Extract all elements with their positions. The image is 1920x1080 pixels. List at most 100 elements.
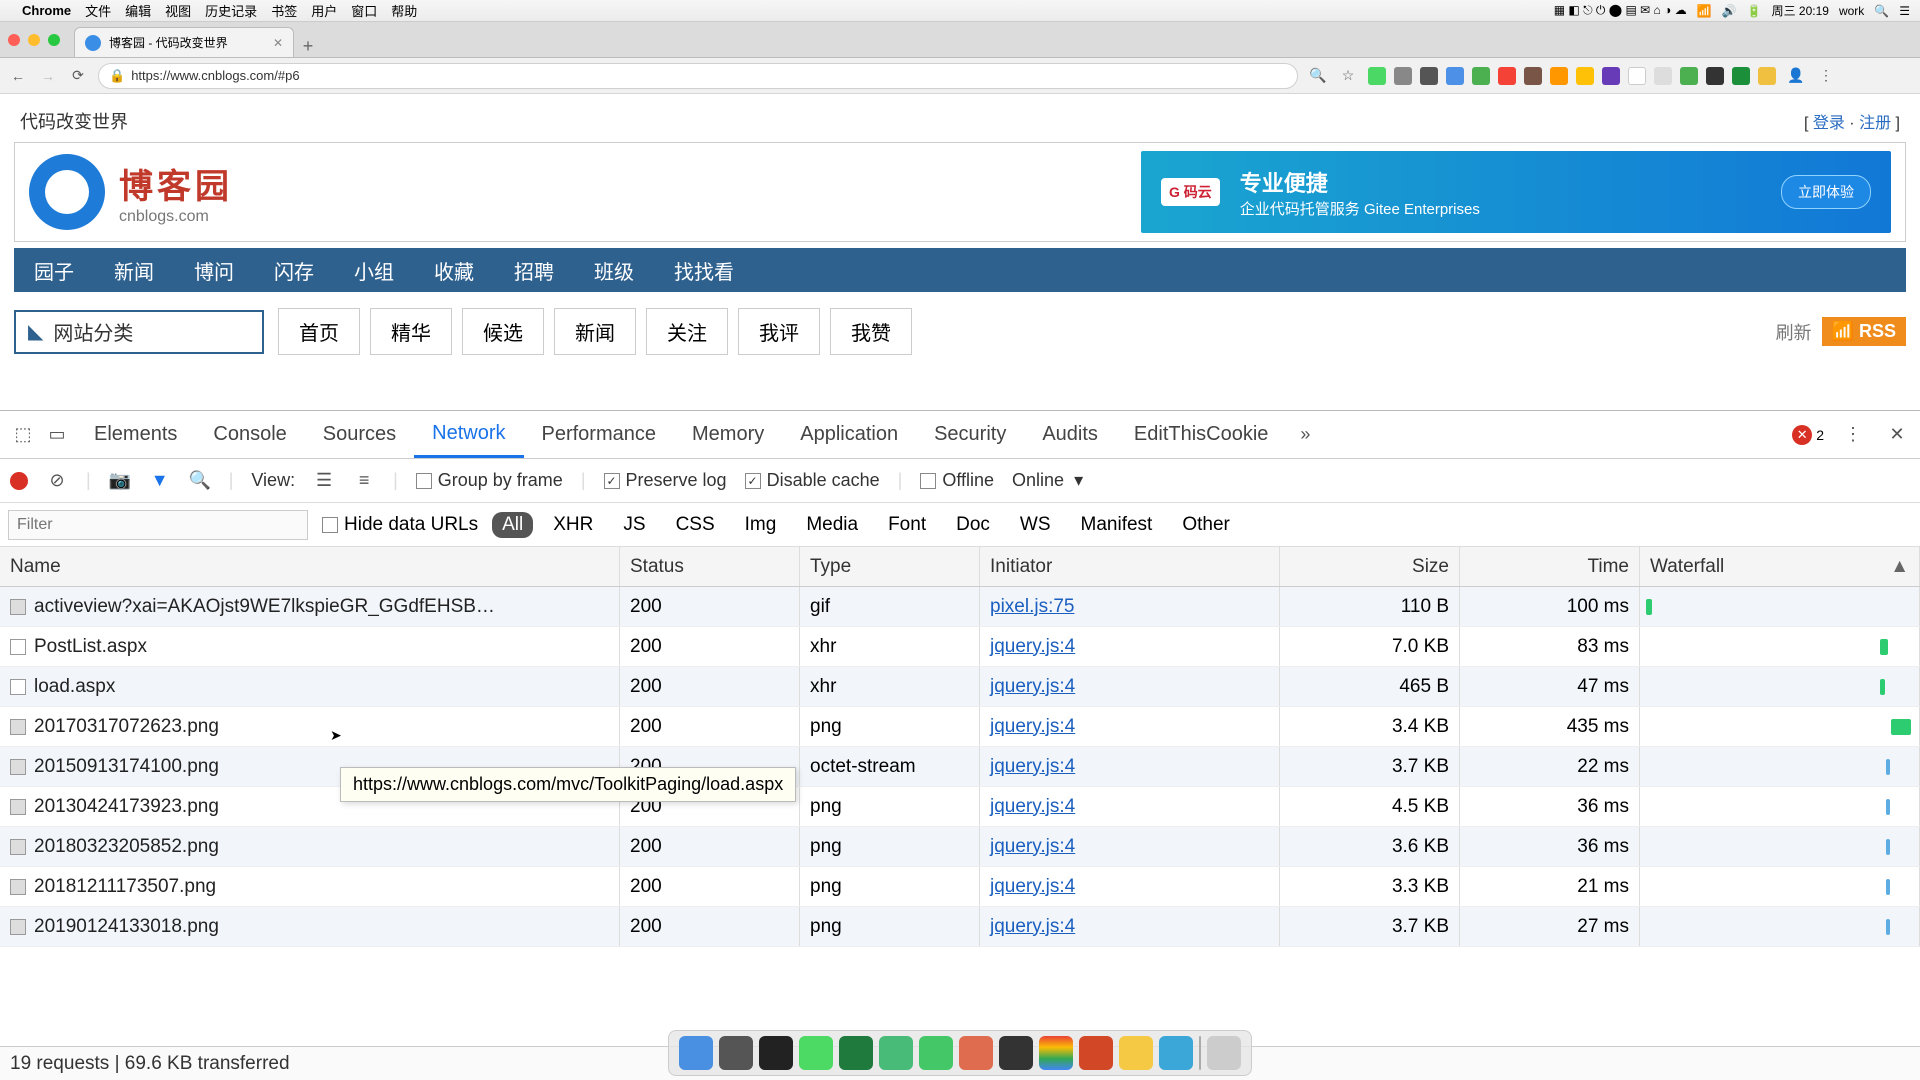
reload-button[interactable]: ⟳ [68,67,88,84]
sub-tab[interactable]: 首页 [278,308,360,355]
ext-icon[interactable] [1758,67,1776,85]
ext-icon[interactable] [1472,67,1490,85]
devtools-tab[interactable]: Audits [1024,411,1116,458]
nav-link[interactable]: 园子 [34,256,74,285]
ext-icon[interactable] [1446,67,1464,85]
close-tab-icon[interactable]: ✕ [273,36,283,50]
hide-data-urls-checkbox[interactable]: Hide data URLs [322,514,478,536]
filter-type[interactable]: WS [1010,512,1061,538]
table-row[interactable]: load.aspx200xhrjquery.js:4465 B47 ms [0,667,1920,707]
mac-menu-item[interactable]: 帮助 [391,4,417,19]
dock-app-icon[interactable] [879,1036,913,1070]
col-size[interactable]: Size [1280,547,1460,586]
minimize-window-icon[interactable] [28,34,40,46]
table-row[interactable]: 20190124133018.png200pngjquery.js:43.7 K… [0,907,1920,947]
mac-menu-item[interactable]: 视图 [165,4,191,19]
nav-link[interactable]: 班级 [594,256,634,285]
devtools-tab[interactable]: Console [195,411,304,458]
register-link[interactable]: 注册 [1859,115,1891,132]
table-row[interactable]: PostList.aspx200xhrjquery.js:47.0 KB83 m… [0,627,1920,667]
table-row[interactable]: 20180323205852.png200pngjquery.js:43.6 K… [0,827,1920,867]
offline-checkbox[interactable]: Offline [920,470,994,491]
ad-cta-button[interactable]: 立即体验 [1781,175,1871,209]
sub-tab[interactable]: 候选 [462,308,544,355]
ext-icon[interactable] [1628,67,1646,85]
battery-icon[interactable]: 🔋 [1747,4,1762,18]
dock-app-icon[interactable] [959,1036,993,1070]
table-row[interactable]: 20170317072623.png200pngjquery.js:43.4 K… [0,707,1920,747]
back-button[interactable]: ← [8,68,28,84]
forward-button[interactable]: → [38,68,58,84]
filter-type[interactable]: Img [735,512,787,538]
mac-menu-item[interactable]: 用户 [311,4,337,19]
initiator-link[interactable]: jquery.js:4 [990,636,1075,658]
device-icon[interactable]: ▭ [42,424,72,445]
initiator-link[interactable]: jquery.js:4 [990,676,1075,698]
devtools-tab[interactable]: Sources [305,411,414,458]
col-type[interactable]: Type [800,547,980,586]
table-row[interactable]: activeview?xai=AKAOjst9WE7lkspieGR_GGdfE… [0,587,1920,627]
group-by-frame-checkbox[interactable]: Group by frame [416,470,563,491]
nav-link[interactable]: 收藏 [434,256,474,285]
filter-input[interactable] [8,510,308,540]
col-initiator[interactable]: Initiator [980,547,1280,586]
table-row[interactable]: 20150913174100.png200octet-streamjquery.… [0,747,1920,787]
trash-icon[interactable] [1207,1036,1241,1070]
filter-type[interactable]: Other [1172,512,1240,538]
initiator-link[interactable]: jquery.js:4 [990,756,1075,778]
mac-menu-item[interactable]: 文件 [85,4,111,19]
sub-tab[interactable]: 我赞 [830,308,912,355]
ext-icon[interactable] [1394,67,1412,85]
clear-button[interactable]: ⊘ [46,470,68,491]
initiator-link[interactable]: jquery.js:4 [990,876,1075,898]
login-link[interactable]: 登录 [1813,115,1845,132]
mac-menu-item[interactable]: 编辑 [125,4,151,19]
ad-banner[interactable]: G 码云 专业便捷 企业代码托管服务 Gitee Enterprises 立即体… [1141,151,1891,233]
devtools-tab[interactable]: Security [916,411,1024,458]
inspect-icon[interactable]: ⬚ [8,424,38,445]
error-indicator[interactable]: ✕ 2 [1792,425,1824,445]
devtools-menu-icon[interactable]: ⋮ [1838,424,1868,445]
volume-icon[interactable]: 🔊 [1722,4,1737,18]
col-waterfall[interactable]: Waterfall▲ [1640,547,1920,586]
ext-icon[interactable] [1706,67,1724,85]
ext-icon[interactable] [1368,67,1386,85]
dock-app-icon[interactable] [759,1036,793,1070]
ext-icon[interactable] [1732,67,1750,85]
sub-tab[interactable]: 关注 [646,308,728,355]
initiator-link[interactable]: jquery.js:4 [990,716,1075,738]
filter-type[interactable]: Manifest [1071,512,1163,538]
table-row[interactable]: 20181211173507.png200pngjquery.js:43.3 K… [0,867,1920,907]
clock[interactable]: 周三 20:19 [1772,2,1829,19]
filter-type[interactable]: JS [613,512,655,538]
site-logo[interactable]: 博客园 cnblogs.com [29,154,233,230]
sub-tab[interactable]: 我评 [738,308,820,355]
menu-icon[interactable]: ☰ [1899,4,1910,18]
zoom-icon[interactable]: 🔍 [1308,67,1328,84]
close-window-icon[interactable] [8,34,20,46]
mac-menu-item[interactable]: 历史记录 [205,4,257,19]
address-bar[interactable]: 🔒 https://www.cnblogs.com/#p6 [98,63,1298,89]
dock-app-icon[interactable] [919,1036,953,1070]
devtools-tab[interactable]: Elements [76,411,195,458]
more-tabs-icon[interactable]: » [1290,424,1320,445]
dock-app-icon[interactable] [1159,1036,1193,1070]
dock-app-icon[interactable] [839,1036,873,1070]
preserve-log-checkbox[interactable]: ✓Preserve log [604,470,727,491]
zoom-window-icon[interactable] [48,34,60,46]
initiator-link[interactable]: jquery.js:4 [990,796,1075,818]
filter-type[interactable]: XHR [543,512,603,538]
menu-icon[interactable]: ⋮ [1816,67,1836,84]
mac-menu-item[interactable]: 书签 [271,4,297,19]
rss-button[interactable]: 📶 RSS [1822,317,1906,346]
devtools-tab[interactable]: EditThisCookie [1116,411,1287,458]
initiator-link[interactable]: jquery.js:4 [990,836,1075,858]
dock-app-icon[interactable] [719,1036,753,1070]
search-icon[interactable]: 🔍 [1874,4,1889,18]
user-menu[interactable]: work [1839,4,1864,18]
ext-icon[interactable] [1602,67,1620,85]
dock-app-icon[interactable] [799,1036,833,1070]
col-status[interactable]: Status [620,547,800,586]
large-rows-icon[interactable]: ☰ [313,470,335,491]
ext-icon[interactable] [1576,67,1594,85]
